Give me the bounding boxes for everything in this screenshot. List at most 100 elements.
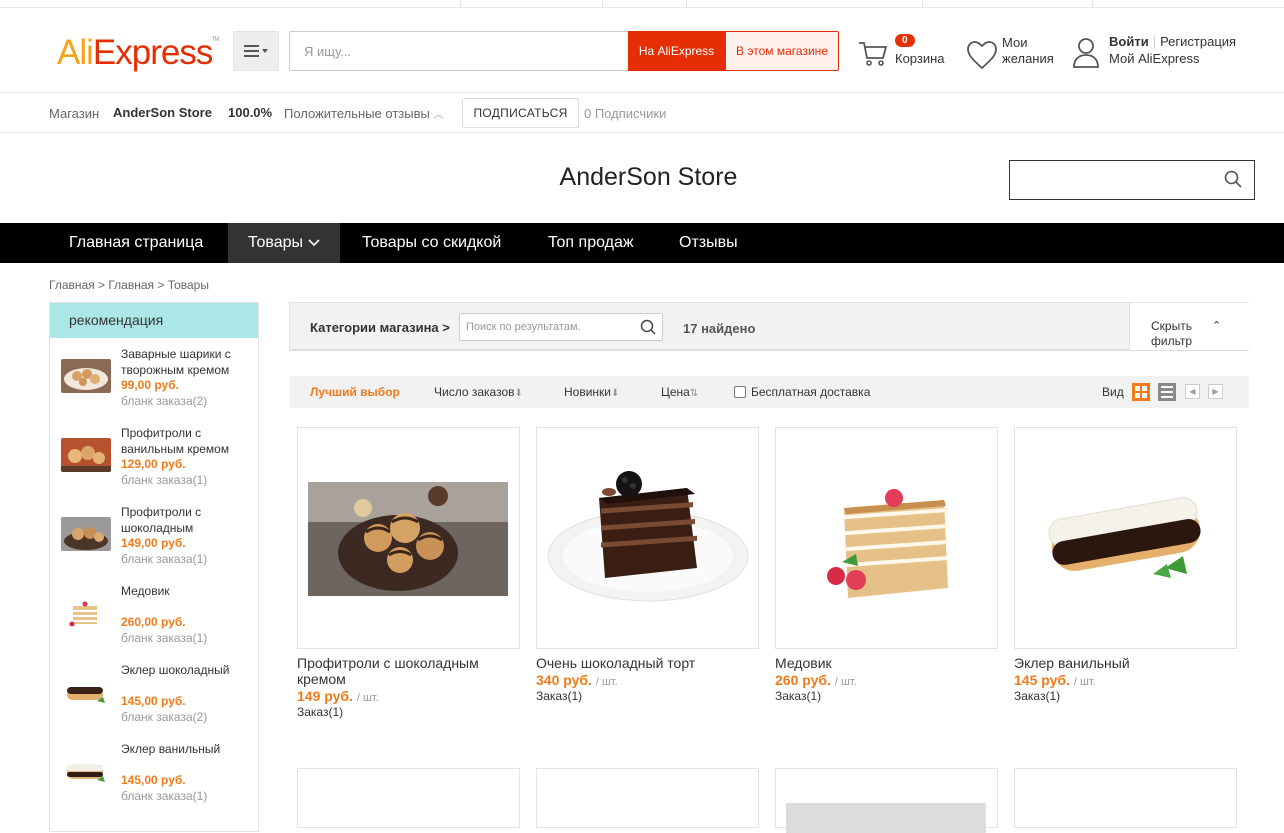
filter-bar: Категории магазина > 17 найдено Скрыть ф…	[289, 302, 1249, 351]
sidebar-item-title[interactable]: Эклер шоколадный	[121, 662, 251, 678]
store-search-input[interactable]	[1010, 161, 1210, 199]
sidebar-item-orders: бланк заказа(1)	[121, 789, 208, 803]
wishlist-label: Мои желания	[1002, 35, 1054, 66]
product-card[interactable]	[775, 768, 998, 833]
login-link[interactable]: Войти	[1109, 34, 1149, 49]
product-card[interactable]: Эклер ванильный 145 руб. / шт. Заказ(1)	[1014, 427, 1237, 703]
product-orders: Заказ(1)	[297, 705, 344, 719]
sidebar-item-title[interactable]: Медовик	[121, 583, 251, 599]
store-name-link[interactable]: AnderSon Store	[113, 105, 212, 120]
cart-count-badge: 0	[895, 34, 915, 47]
sidebar-item-price: 129,00 руб.	[121, 457, 186, 471]
sidebar-title: рекомендация	[50, 303, 258, 338]
nav-top-sales[interactable]: Топ продаж	[548, 223, 634, 263]
feedback-percent: 100.0%	[228, 105, 273, 120]
product-price-value: 260 руб.	[775, 672, 831, 688]
free-shipping-checkbox[interactable]	[734, 386, 746, 398]
cart-link[interactable]: 0 Корзина	[858, 34, 948, 76]
product-card[interactable]	[297, 768, 520, 828]
nav-products[interactable]: Товары	[228, 223, 340, 263]
sort-new[interactable]: Новинки⬇	[564, 385, 619, 399]
product-price: 149 руб. / шт.	[297, 688, 520, 704]
prev-page-icon[interactable]: ◀	[1185, 384, 1200, 399]
account-top-row: Войти | Регистрация	[1109, 34, 1237, 49]
subscribers-count: 0 Подписчики	[584, 106, 667, 121]
results-search	[459, 313, 663, 341]
sidebar-item-price: 145,00 руб.	[121, 773, 186, 787]
grid-view-icon[interactable]	[1132, 383, 1150, 401]
product-thumbnail[interactable]	[61, 754, 111, 788]
sort-orders-label: Число заказов	[434, 385, 515, 399]
sidebar-item-title[interactable]: Профитроли с шоколадным	[121, 504, 251, 536]
sidebar-item-orders: бланк заказа(1)	[121, 631, 208, 645]
nav-home[interactable]: Главная страница	[69, 223, 203, 263]
product-thumbnail[interactable]	[61, 438, 111, 472]
register-link[interactable]: Регистрация	[1160, 34, 1236, 49]
my-aliexpress-link[interactable]: Мой AliExpress	[1109, 51, 1200, 66]
product-unit: / шт.	[595, 676, 618, 688]
categories-menu-button[interactable]	[233, 31, 279, 71]
product-orders: Заказ(1)	[775, 689, 822, 703]
product-image[interactable]	[297, 427, 520, 649]
product-unit: / шт.	[834, 676, 857, 688]
product-image[interactable]	[536, 427, 759, 649]
product-name[interactable]: Очень шоколадный торт	[536, 655, 746, 671]
aliexpress-logo[interactable]: AliExpress TM	[57, 33, 219, 73]
product-name[interactable]: Профитроли с шоколадным кремом	[297, 655, 507, 687]
store-categories-link[interactable]: Категории магазина >	[310, 320, 450, 335]
sort-price[interactable]: Цена⇅	[661, 385, 698, 399]
product-price-value: 340 руб.	[536, 672, 592, 688]
sidebar-item-title[interactable]: Эклер ванильный	[121, 741, 251, 757]
product-image[interactable]	[1014, 427, 1237, 649]
next-page-icon[interactable]: ▶	[1208, 384, 1223, 399]
feedback-dropdown[interactable]: Положительные отзывы ︿	[284, 106, 443, 121]
sidebar-item[interactable]: Эклер шоколадный 145,00 руб. бланк заказ…	[60, 662, 260, 741]
nav-reviews[interactable]: Отзывы	[679, 223, 738, 263]
cart-icon	[859, 42, 888, 66]
nav-products-label: Товары	[248, 234, 304, 251]
product-thumbnail[interactable]	[61, 517, 111, 551]
chevron-up-icon: ︿	[433, 110, 444, 121]
sidebar-item[interactable]: Заварные шарики с творожным кремом 99,00…	[60, 346, 260, 425]
store-info-bar: Магазин AnderSon Store 100.0% Положитель…	[0, 93, 1284, 133]
list-view-icon[interactable]	[1158, 383, 1176, 401]
nav-sale[interactable]: Товары со скидкой	[362, 223, 501, 263]
sort-arrows-icon: ⇅	[689, 388, 699, 399]
results-search-input[interactable]	[460, 314, 635, 340]
hide-filter-button[interactable]: Скрыть фильтр ⌃	[1129, 303, 1249, 350]
product-card[interactable]	[536, 768, 759, 828]
search-icon[interactable]	[640, 319, 656, 335]
sort-best[interactable]: Лучший выбор	[310, 385, 400, 399]
product-image[interactable]	[775, 427, 998, 649]
sidebar-item[interactable]: Профитроли с шоколадным 149,00 руб. блан…	[60, 504, 260, 583]
product-card[interactable]: Очень шоколадный торт 340 руб. / шт. Зак…	[536, 427, 759, 703]
product-card[interactable]: Профитроли с шоколадным кремом 149 руб. …	[297, 427, 520, 719]
search-store-button[interactable]: В этом магазине	[725, 31, 839, 71]
product-card[interactable]: Медовик 260 руб. / шт. Заказ(1)	[775, 427, 998, 703]
product-name[interactable]: Эклер ванильный	[1014, 655, 1224, 671]
free-shipping-label[interactable]: Бесплатная доставка	[751, 385, 870, 399]
product-orders: Заказ(1)	[536, 689, 583, 703]
chevron-up-icon: ⌃	[1212, 320, 1222, 332]
sidebar-item-title[interactable]: Заварные шарики с творожным кремом	[121, 346, 251, 378]
product-thumbnail[interactable]	[61, 675, 111, 709]
subscribe-button[interactable]: ПОДПИСАТЬСЯ	[462, 98, 579, 128]
main-search-input[interactable]	[290, 32, 627, 70]
user-icon	[1073, 38, 1099, 68]
search-aliexpress-button[interactable]: На AliExpress	[628, 31, 725, 71]
breadcrumb[interactable]: Главная > Главная > Товары	[49, 278, 209, 292]
sidebar-item-price: 145,00 руб.	[121, 694, 186, 708]
sidebar-item[interactable]: Профитроли с ванильным кремом 129,00 руб…	[60, 425, 260, 504]
wishlist-link[interactable]: Мои желания	[966, 35, 1066, 76]
product-thumbnail[interactable]	[61, 359, 111, 393]
sidebar-item-orders: бланк заказа(1)	[121, 552, 208, 566]
product-card[interactable]	[1014, 768, 1237, 828]
sort-orders[interactable]: Число заказов⬇	[434, 385, 523, 399]
product-unit: / шт.	[356, 692, 379, 704]
sidebar-item[interactable]: Медовик 260,00 руб. бланк заказа(1)	[60, 583, 260, 662]
product-name[interactable]: Медовик	[775, 655, 985, 671]
sidebar-item-title[interactable]: Профитроли с ванильным кремом	[121, 425, 251, 457]
sidebar-item[interactable]: Эклер ванильный 145,00 руб. бланк заказа…	[60, 741, 260, 820]
product-thumbnail[interactable]	[61, 596, 111, 630]
search-icon[interactable]	[1224, 170, 1242, 188]
